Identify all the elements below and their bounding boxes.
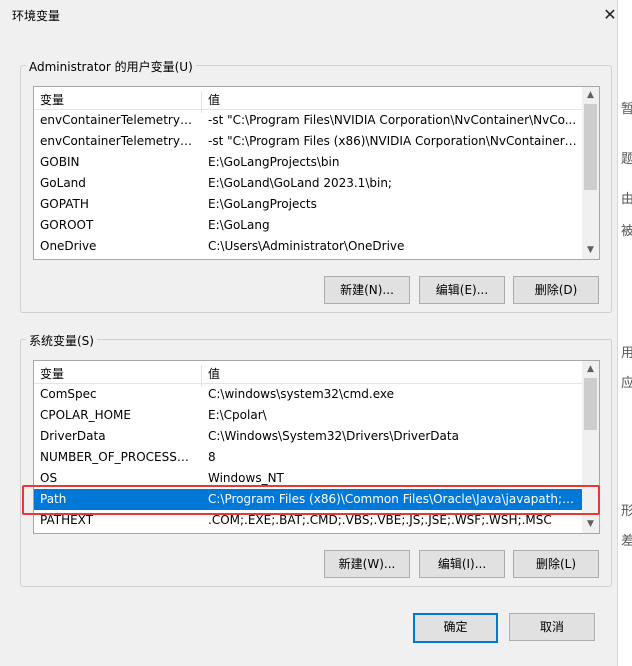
variable-value: C:\Windows\System32\Drivers\DriverData: [208, 429, 459, 443]
background-text: 暂: [621, 102, 632, 117]
variable-name: GOPATH: [40, 197, 89, 211]
system-edit-button[interactable]: 编辑(I)...: [419, 550, 505, 578]
table-row[interactable]: GOROOT E:\GoLang: [34, 215, 582, 236]
cancel-button[interactable]: 取消: [509, 613, 595, 641]
table-row[interactable]: NUMBER_OF_PROCESSORS 8: [34, 447, 582, 468]
variable-value: E:\GoLang: [208, 218, 270, 232]
background-text: 形: [621, 504, 632, 519]
vertical-scrollbar[interactable]: ▲ ▼: [582, 87, 599, 259]
annotation-highlight-box: [22, 485, 600, 515]
table-row[interactable]: ComSpec C:\windows\system32\cmd.exe: [34, 384, 582, 405]
background-text: 应: [621, 376, 632, 391]
variable-name: envContainerTelemetryAp...: [40, 113, 198, 127]
variable-value: E:\GoLangProjects\bin: [208, 155, 340, 169]
variable-name: GoLand: [40, 176, 86, 190]
variable-value: 8: [208, 450, 216, 464]
variable-name: DriverData: [40, 429, 106, 443]
system-delete-button[interactable]: 删除(L): [513, 550, 599, 578]
dialog-title: 环境变量: [12, 9, 61, 23]
close-icon[interactable]: ✕: [598, 4, 622, 26]
variable-value: C:\Users\Administrator\OneDrive: [208, 239, 405, 253]
table-row[interactable]: GOBIN E:\GoLangProjects\bin: [34, 152, 582, 173]
background-text: 由: [621, 192, 632, 207]
variable-name: ComSpec: [40, 387, 97, 401]
environment-variables-dialog: 环境变量 ✕ Administrator 的用户变量(U) 变量 值 envCo…: [0, 0, 618, 666]
background-window: 暂 题 由 被 用 应 形 差: [617, 0, 632, 666]
variable-value: -st "C:\Program Files\NVIDIA Corporation…: [208, 113, 577, 127]
column-header-name[interactable]: 变量: [40, 365, 64, 382]
scroll-down-icon[interactable]: ▼: [582, 516, 599, 533]
column-header-value[interactable]: 值: [208, 91, 220, 108]
background-text: 被: [621, 224, 632, 239]
variable-value: E:\Cpolar\: [208, 408, 267, 422]
list-header: 变量 值: [34, 87, 582, 113]
table-row[interactable]: OneDrive C:\Users\Administrator\OneDrive: [34, 236, 582, 257]
table-row[interactable]: GOPATH E:\GoLangProjects: [34, 194, 582, 215]
system-variables-label: 系统变量(S): [26, 332, 97, 349]
user-variables-list[interactable]: 变量 值 envContainerTelemetryAp... -st "C:\P…: [33, 86, 600, 260]
table-row[interactable]: DriverData C:\Windows\System32\Drivers\Dr…: [34, 426, 582, 447]
table-row[interactable]: GoLand E:\GoLand\GoLand 2023.1\bin;: [34, 173, 582, 194]
scroll-thumb[interactable]: [584, 378, 597, 430]
variable-value: -st "C:\Program Files (x86)\NVIDIA Corpo…: [208, 134, 578, 148]
variable-value: C:\windows\system32\cmd.exe: [208, 387, 394, 401]
variable-name: CPOLAR_HOME: [40, 408, 131, 422]
table-row[interactable]: envContainerTelemetryAp... -st "C:\Progra…: [34, 110, 582, 131]
table-row[interactable]: CPOLAR_HOME E:\Cpolar\: [34, 405, 582, 426]
table-row[interactable]: envContainerTelemetryAp... -st "C:\Progra…: [34, 131, 582, 152]
variable-name: GOBIN: [40, 155, 80, 169]
user-variables-label: Administrator 的用户变量(U): [26, 58, 196, 75]
column-header-name[interactable]: 变量: [40, 91, 64, 108]
list-header: 变量 值: [34, 361, 582, 387]
scroll-up-icon[interactable]: ▲: [582, 361, 599, 378]
user-new-button[interactable]: 新建(N)...: [324, 276, 410, 304]
column-header-value[interactable]: 值: [208, 365, 220, 382]
background-text: 用: [621, 346, 632, 361]
variable-name: OneDrive: [40, 239, 97, 253]
variable-value: E:\GoLand\GoLand 2023.1\bin;: [208, 176, 392, 190]
background-text: 差: [621, 534, 632, 549]
system-new-button[interactable]: 新建(W)...: [324, 550, 410, 578]
user-edit-button[interactable]: 编辑(E)...: [419, 276, 505, 304]
ok-button[interactable]: 确定: [413, 613, 498, 643]
variable-name: GOROOT: [40, 218, 94, 232]
variable-value: E:\GoLangProjects: [208, 197, 317, 211]
scroll-down-icon[interactable]: ▼: [582, 242, 599, 259]
scroll-up-icon[interactable]: ▲: [582, 87, 599, 104]
background-text: 题: [621, 152, 632, 167]
variable-name: envContainerTelemetryAp...: [40, 134, 198, 148]
user-delete-button[interactable]: 删除(D): [513, 276, 599, 304]
variable-name: NUMBER_OF_PROCESSORS: [40, 450, 198, 464]
scroll-thumb[interactable]: [584, 104, 597, 190]
